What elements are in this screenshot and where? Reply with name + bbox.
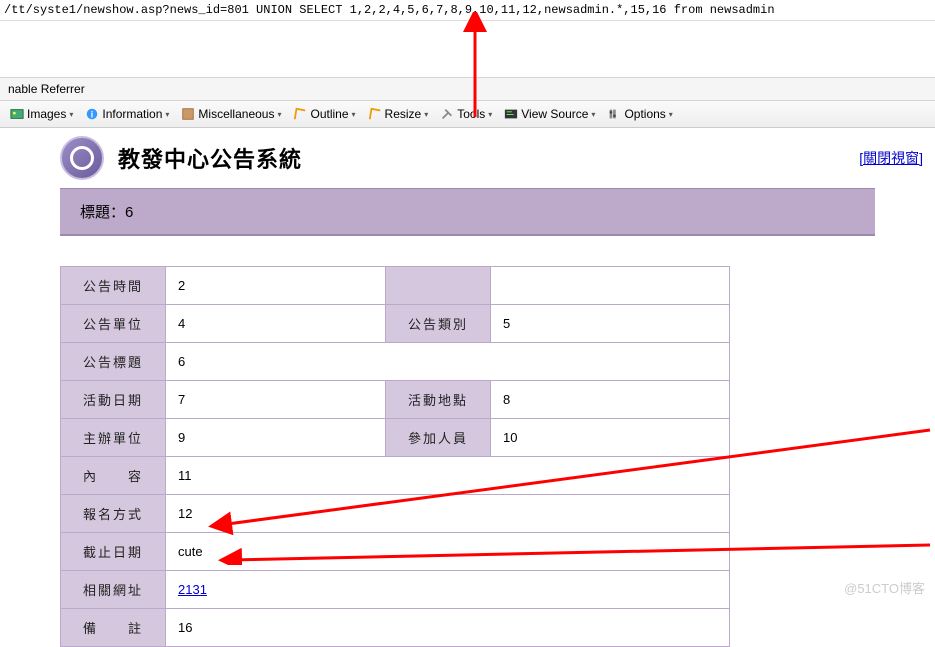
field-value: 9 — [166, 419, 386, 457]
chevron-down-icon: ▾ — [488, 110, 492, 119]
toolbar-tools[interactable]: Tools▾ — [436, 105, 496, 123]
toolbar-label: Tools — [457, 107, 485, 121]
toolbar-label: Resize — [385, 107, 422, 121]
toolbar-label: Options — [624, 107, 665, 121]
table-row: 截止日期 cute — [61, 533, 730, 571]
table-row: 主辦單位 9 參加人員 10 — [61, 419, 730, 457]
table-row: 報名方式 12 — [61, 495, 730, 533]
watermark: @51CTO博客 — [844, 578, 925, 597]
field-value: 16 — [166, 609, 730, 647]
field-value: 12 — [166, 495, 730, 533]
field-value: 5 — [491, 305, 730, 343]
chevron-down-icon: ▾ — [424, 110, 428, 119]
table-row: 內 容 11 — [61, 457, 730, 495]
page-header: 教發中心公告系統 [關閉視窗] — [0, 128, 935, 188]
field-value: 11 — [166, 457, 730, 495]
toolbar-information[interactable]: i Information▾ — [81, 105, 173, 123]
field-label: 活動日期 — [61, 381, 166, 419]
toolbar-view-source[interactable]: View Source▾ — [500, 105, 599, 123]
field-label: 公告標題 — [61, 343, 166, 381]
field-label: 參加人員 — [386, 419, 491, 457]
field-label: 報名方式 — [61, 495, 166, 533]
field-label — [386, 267, 491, 305]
devtools-toolbar: Images▾ i Information▾ Miscellaneous▾ Ou… — [0, 101, 935, 128]
resize-icon — [368, 107, 382, 121]
announcement-table: 公告時間 2 公告單位 4 公告類別 5 公告標題 6 活動日期 7 活動地點 … — [60, 266, 730, 647]
referrer-bar: nable Referrer — [0, 77, 935, 101]
table-row: 活動日期 7 活動地點 8 — [61, 381, 730, 419]
chevron-down-icon: ▾ — [591, 110, 595, 119]
field-value: 10 — [491, 419, 730, 457]
field-label: 備 註 — [61, 609, 166, 647]
field-label: 截止日期 — [61, 533, 166, 571]
toolbar-label: Outline — [310, 107, 348, 121]
table-row: 備 註 16 — [61, 609, 730, 647]
chevron-down-icon: ▾ — [277, 110, 281, 119]
options-icon — [607, 107, 621, 121]
site-logo — [60, 136, 104, 180]
field-label: 公告單位 — [61, 305, 166, 343]
info-icon: i — [85, 107, 99, 121]
field-value: 6 — [166, 343, 730, 381]
toolbar-images[interactable]: Images▾ — [6, 105, 77, 123]
field-value: cute — [166, 533, 730, 571]
chevron-down-icon: ▾ — [352, 110, 356, 119]
table-row: 公告時間 2 — [61, 267, 730, 305]
field-value: 4 — [166, 305, 386, 343]
toolbar-outline[interactable]: Outline ▾ — [289, 105, 359, 123]
field-value — [491, 267, 730, 305]
toolbar-label: Miscellaneous — [198, 107, 274, 121]
title-bar: 標題：6 — [60, 188, 875, 236]
field-value: 7 — [166, 381, 386, 419]
toolbar-resize[interactable]: Resize▾ — [364, 105, 433, 123]
tools-icon — [440, 107, 454, 121]
toolbar-label: Images — [27, 107, 66, 121]
field-label: 活動地點 — [386, 381, 491, 419]
chevron-down-icon: ▾ — [669, 110, 673, 119]
related-url-link[interactable]: 2131 — [178, 582, 207, 597]
outline-icon — [293, 107, 307, 121]
page-content: 教發中心公告系統 [關閉視窗] 標題：6 公告時間 2 公告單位 4 公告類別 … — [0, 128, 935, 647]
url-bar[interactable]: /tt/syste1/newshow.asp?news_id=801 UNION… — [0, 0, 935, 21]
field-label: 公告時間 — [61, 267, 166, 305]
table-row: 公告標題 6 — [61, 343, 730, 381]
field-label: 主辦單位 — [61, 419, 166, 457]
chevron-down-icon: ▾ — [165, 110, 169, 119]
toolbar-label: Information — [102, 107, 162, 121]
toolbar-label: View Source — [521, 107, 588, 121]
field-value: 8 — [491, 381, 730, 419]
images-icon — [10, 107, 24, 121]
chevron-down-icon: ▾ — [69, 110, 73, 119]
field-label: 內 容 — [61, 457, 166, 495]
source-icon — [504, 107, 518, 121]
site-title: 教發中心公告系統 — [118, 142, 302, 174]
close-window-link[interactable]: [關閉視窗] — [859, 148, 923, 168]
field-label: 公告類別 — [386, 305, 491, 343]
field-value: 2 — [166, 267, 386, 305]
misc-icon — [181, 107, 195, 121]
table-row: 公告單位 4 公告類別 5 — [61, 305, 730, 343]
svg-text:i: i — [91, 110, 93, 120]
toolbar-options[interactable]: Options ▾ — [603, 105, 676, 123]
toolbar-miscellaneous[interactable]: Miscellaneous▾ — [177, 105, 285, 123]
